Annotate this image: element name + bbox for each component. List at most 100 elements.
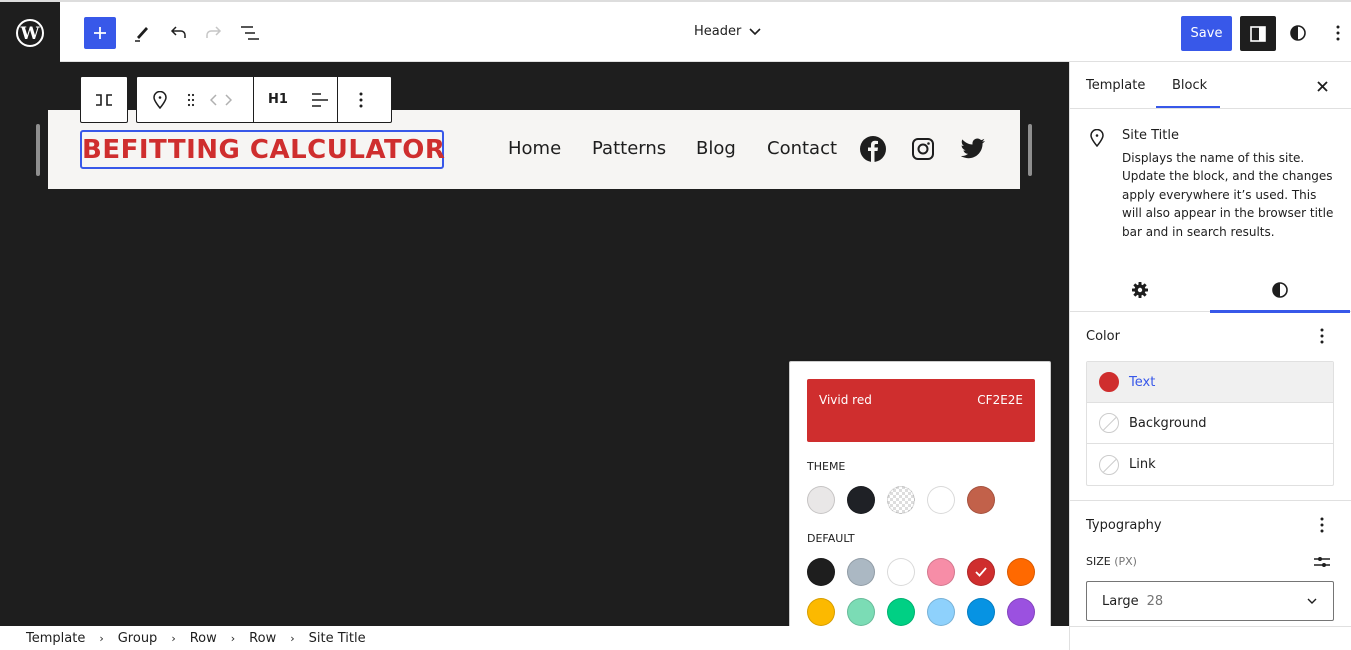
color-item-link[interactable]: Link <box>1087 444 1333 485</box>
font-size-value: 28 <box>1146 593 1164 609</box>
undo-button[interactable] <box>166 16 190 50</box>
color-swatch[interactable] <box>927 598 955 626</box>
tab-settings[interactable] <box>1070 267 1210 312</box>
tab-styles[interactable] <box>1210 267 1350 312</box>
color-swatch[interactable] <box>887 598 915 626</box>
drag-handle-icon <box>187 93 195 106</box>
color-settings-list: Text Background Link <box>1086 361 1334 486</box>
resize-handle-left[interactable] <box>36 124 40 176</box>
color-item-background[interactable]: Background <box>1087 403 1333 444</box>
settings-toggle-button[interactable] <box>1240 16 1276 51</box>
drag-handle[interactable] <box>183 77 199 122</box>
styles-button[interactable] <box>1286 16 1310 50</box>
breadcrumb-item[interactable]: Row <box>190 631 217 646</box>
move-left-button[interactable] <box>207 77 221 122</box>
wordpress-icon: W <box>16 19 44 47</box>
text-color-swatch <box>1099 372 1119 392</box>
gear-icon <box>1132 281 1148 298</box>
block-type-button[interactable] <box>137 77 183 122</box>
list-view-icon <box>241 26 259 40</box>
color-swatch[interactable] <box>927 486 955 514</box>
color-swatch[interactable] <box>847 486 875 514</box>
align-button[interactable] <box>302 77 338 122</box>
options-button[interactable] <box>1326 16 1350 50</box>
document-title-dropdown[interactable]: Header <box>694 24 761 39</box>
color-swatch[interactable] <box>967 598 995 626</box>
block-breadcrumb: Template › Group › Row › Row › Site Title <box>0 626 1069 650</box>
theme-palette-label: THEME <box>807 460 846 473</box>
undo-icon <box>170 26 186 38</box>
nav-item-contact[interactable]: Contact <box>767 138 837 159</box>
selected-color-hex: CF2E2E <box>977 393 1023 407</box>
save-button[interactable]: Save <box>1181 16 1232 51</box>
add-block-button[interactable] <box>84 17 116 49</box>
close-icon <box>1316 80 1328 92</box>
close-sidebar-button[interactable] <box>1312 76 1332 96</box>
breadcrumb-item[interactable]: Site Title <box>309 631 366 646</box>
site-title-text[interactable]: BEFITTING CALCULATOR <box>82 135 445 165</box>
default-palette-label: DEFAULT <box>807 532 855 545</box>
theme-palette <box>807 486 995 514</box>
settings-sidebar: Template Block Site Title Displays the n… <box>1069 62 1351 650</box>
color-swatch[interactable] <box>847 558 875 586</box>
chevron-right-icon: › <box>171 631 176 645</box>
color-swatch[interactable] <box>927 558 955 586</box>
facebook-link[interactable] <box>859 135 887 163</box>
block-card-title: Site Title <box>1122 128 1179 143</box>
block-card-description: Displays the name of this site. Update t… <box>1122 151 1334 239</box>
color-picker-popover: Vivid red CF2E2E THEME DEFAULT <box>789 361 1051 643</box>
color-swatch[interactable] <box>807 598 835 626</box>
redo-button[interactable] <box>202 16 226 50</box>
svg-text:W: W <box>19 24 40 44</box>
heading-level-button[interactable]: H1 <box>254 77 302 122</box>
resize-handle-right[interactable] <box>1028 124 1032 176</box>
background-color-swatch <box>1099 413 1119 433</box>
redo-icon <box>206 26 222 38</box>
panel-divider <box>1070 500 1351 501</box>
breadcrumb-item[interactable]: Group <box>118 631 158 646</box>
font-size-label-text: SIZE <box>1086 555 1111 568</box>
color-swatch[interactable] <box>1007 598 1035 626</box>
typography-panel-options-button[interactable] <box>1312 515 1332 535</box>
color-swatch[interactable] <box>1007 558 1035 586</box>
font-size-label: SIZE (PX) <box>1086 555 1137 568</box>
tab-block[interactable]: Block <box>1172 78 1207 93</box>
chevron-down-icon <box>1307 598 1317 604</box>
list-view-button[interactable] <box>238 16 262 50</box>
block-toolbar: H1 <box>136 76 392 123</box>
instagram-icon <box>912 138 934 160</box>
color-swatch[interactable] <box>847 598 875 626</box>
nav-item-home[interactable]: Home <box>508 138 561 159</box>
color-panel-options-button[interactable] <box>1312 326 1332 346</box>
block-options-button[interactable] <box>338 77 384 122</box>
custom-size-toggle[interactable] <box>1312 552 1332 572</box>
instagram-link[interactable] <box>909 135 937 163</box>
selected-color-preview[interactable]: Vivid red CF2E2E <box>807 379 1035 442</box>
font-size-unit: (PX) <box>1114 555 1137 568</box>
site-title-block[interactable]: BEFITTING CALCULATOR <box>80 130 445 169</box>
select-parent-button[interactable] <box>81 77 127 122</box>
align-left-icon <box>312 92 328 107</box>
move-right-button[interactable] <box>221 77 235 122</box>
color-swatch[interactable] <box>967 486 995 514</box>
facebook-icon <box>860 136 886 162</box>
chevron-right-icon <box>225 93 232 106</box>
color-item-text[interactable]: Text <box>1087 362 1333 403</box>
breadcrumb-item[interactable]: Row <box>249 631 276 646</box>
nav-item-blog[interactable]: Blog <box>696 138 736 159</box>
color-swatch[interactable] <box>887 558 915 586</box>
color-swatch[interactable] <box>967 558 995 586</box>
tools-button[interactable] <box>130 16 154 50</box>
twitter-link[interactable] <box>959 135 987 163</box>
color-item-label: Link <box>1129 457 1156 472</box>
sidebar-icon <box>1250 25 1266 42</box>
color-swatch[interactable] <box>887 486 915 514</box>
color-swatch[interactable] <box>807 486 835 514</box>
font-size-select[interactable]: Large 28 <box>1086 581 1334 621</box>
typography-panel-title: Typography <box>1086 518 1162 533</box>
wordpress-logo-button[interactable]: W <box>0 2 60 64</box>
tab-template[interactable]: Template <box>1086 78 1145 93</box>
nav-item-patterns[interactable]: Patterns <box>592 138 666 159</box>
color-swatch[interactable] <box>807 558 835 586</box>
breadcrumb-item[interactable]: Template <box>26 631 85 646</box>
